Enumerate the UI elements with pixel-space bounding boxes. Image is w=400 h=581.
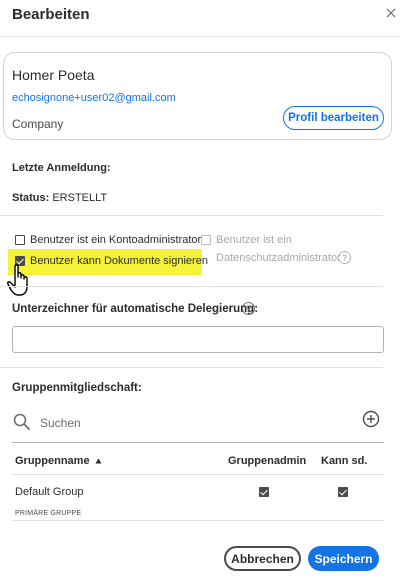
privacy-admin-label-line1: Benutzer ist ein [216, 234, 292, 246]
account-admin-label: Benutzer ist ein Kontoadministrator [30, 234, 202, 246]
status-label: Status: [12, 192, 50, 204]
column-header-admin: Gruppenadmin [228, 455, 307, 467]
user-email: echosignone+user02@gmail.com [12, 92, 176, 104]
table-row-divider [12, 520, 384, 521]
help-icon: ? [338, 251, 351, 264]
privacy-admin-label-line2: Datenschutzadministrator [216, 252, 341, 264]
status-line: Status: ERSTELLT [12, 192, 107, 204]
status-value: ERSTELLT [52, 192, 108, 204]
groups-label: Gruppenmitgliedschaft: [12, 382, 142, 394]
divider [0, 215, 383, 216]
help-icon[interactable]: ? [242, 302, 255, 315]
add-circle-icon[interactable] [362, 410, 380, 428]
header-divider [0, 36, 400, 37]
group-name: Default Group [15, 486, 84, 498]
divider [0, 286, 383, 287]
group-primary-badge: PRIMÄRE GRUPPE [15, 510, 82, 517]
privacy-admin-checkbox [201, 235, 211, 245]
delegation-label: Unterzeichner für automatische Delegieru… [12, 303, 259, 315]
group-admin-checkbox[interactable] [259, 487, 269, 497]
group-search-input[interactable]: Suchen [40, 416, 81, 430]
table-header-divider [12, 474, 384, 475]
close-icon[interactable] [383, 5, 399, 21]
hand-cursor-icon [7, 264, 28, 296]
table-top-border [12, 442, 384, 443]
column-header-name[interactable]: Gruppenname [15, 455, 102, 467]
user-company: Company [12, 117, 64, 131]
dialog-title: Bearbeiten [12, 6, 90, 23]
edit-profile-button[interactable]: Profil bearbeiten [283, 106, 384, 130]
group-can-send-checkbox[interactable] [338, 487, 348, 497]
user-name: Homer Poeta [12, 67, 95, 83]
sort-ascending-icon [95, 458, 102, 464]
save-button[interactable]: Speichern [308, 546, 379, 571]
last-login-label: Letzte Anmeldung: [12, 162, 111, 174]
divider [0, 367, 383, 368]
account-admin-checkbox[interactable] [15, 235, 25, 245]
delegation-input[interactable] [12, 326, 384, 353]
column-header-can-send: Kann sd. [321, 455, 368, 467]
can-sign-label: Benutzer kann Dokumente signieren [30, 255, 208, 267]
cancel-button[interactable]: Abbrechen [224, 546, 301, 571]
search-icon [13, 413, 30, 430]
